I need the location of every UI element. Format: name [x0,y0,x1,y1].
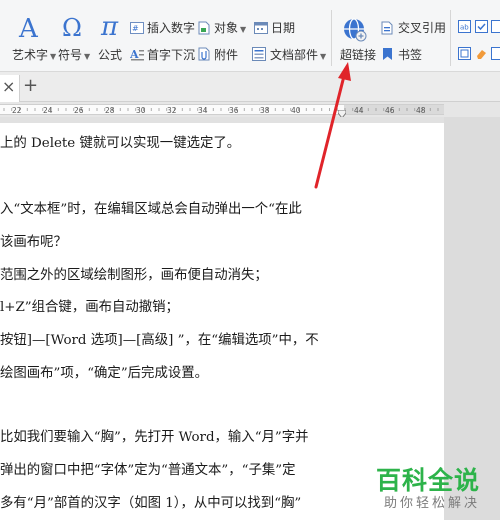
close-tab-icon[interactable]: × [2,78,15,96]
object-label: 对象 [214,21,239,35]
ribbon-toolbar: A 艺术字 ▼ Ω 符号 ▼ π 公式 # 插入数字 对象 ▼ 日期 A 首字下沉 [0,0,500,72]
attachment-icon [198,47,210,61]
document-parts-icon [252,47,266,61]
cross-reference-icon [381,21,393,35]
chevron-down-icon: ▼ [50,52,57,61]
art-text-icon[interactable]: A [19,14,38,44]
bookmark-button[interactable]: 书签 [398,48,422,62]
object-icon [198,21,210,35]
object-button[interactable]: 对象 ▼ [214,21,246,37]
attachment-label: 附件 [214,48,239,62]
calendar-icon [254,22,268,34]
formula-label: 公式 [98,48,123,62]
hyperlink-label: 超链接 [340,48,377,62]
chevron-down-icon: ▼ [240,25,247,34]
chevron-down-icon: ▼ [84,52,91,61]
symbol-icon[interactable]: Ω [62,14,82,42]
doc-line: 弹出的窗口中把“字体”定为“普通文本”，“子集”定 [0,463,296,478]
ruler-tick-label: 38 [260,106,270,115]
hyperlink-globe-icon[interactable] [343,18,367,42]
ruler-tick-label: 46 [385,106,395,115]
cross-reference-button[interactable]: 交叉引用 [398,21,446,35]
doc-line: l+Z”组合键，画布自动撤销； [0,300,179,315]
gallery-icon[interactable] [491,47,500,60]
insert-number-button[interactable]: 插入数字 [147,21,195,35]
drop-cap-icon: A [130,48,144,61]
document-parts-button[interactable]: 文档部件 ▼ [270,48,326,64]
bookmark-icon [383,48,392,60]
doc-line: 入“文本框”时，在编辑区域总会自动弹出一个“在此 [0,202,302,217]
insert-number-label: 插入数字 [147,21,196,35]
symbol-button[interactable]: 符号 ▼ [58,48,90,64]
svg-text:#: # [132,24,139,33]
doc-line: 多有“月”部首的汉字（如图 1），从中可以找到“胸” [0,496,302,511]
ruler-tick-label: 34 [198,106,208,115]
ruler-scale: 22 24 26 28 30 32 34 36 38 40 44 46 48 [3,106,439,115]
doc-line: 绘图画布”项，“确定”后完成设置。 [0,366,209,381]
symbol-label: 符号 [58,48,83,62]
date-button[interactable]: 日期 [271,21,295,35]
art-text-button[interactable]: 艺术字 ▼ [12,48,56,64]
ribbon-divider [450,10,451,66]
art-text-label: 艺术字 [12,48,49,62]
formula-button[interactable]: 公式 [98,48,122,62]
checkbox-control-icon[interactable] [475,20,488,33]
document-tab-strip: × + [0,72,500,102]
date-label: 日期 [271,21,296,35]
list-control-icon[interactable] [491,20,500,33]
ruler-tick-label: 32 [167,106,177,115]
ruler-tick-label: 22 [12,106,22,115]
new-tab-icon[interactable]: + [23,77,38,95]
frame-icon[interactable] [458,47,471,60]
watermark-subtitle: 助你轻松解决 [384,496,481,511]
drop-cap-label: 首字下沉 [147,48,196,62]
cross-reference-label: 交叉引用 [398,21,447,35]
doc-line: 比如我们要输入“胸”，先打开 Word，输入“月”字并 [0,430,309,445]
ribbon-divider [331,10,332,66]
doc-line: 上的 Delete 键就可以实现一键选定了。 [0,136,241,151]
doc-line: 按钮]—[Word 选项]—[高级] ”，在“编辑选项”中，不 [0,333,319,348]
eraser-icon[interactable] [475,47,488,60]
ruler-tick-label: 30 [136,106,146,115]
svg-text:ab: ab [460,24,469,32]
insert-number-icon: # [130,22,144,34]
drop-cap-button[interactable]: 首字下沉 [147,48,195,62]
ruler-tick-label: 48 [416,106,426,115]
chevron-down-icon: ▼ [320,52,327,61]
attachment-button[interactable]: 附件 [214,48,238,62]
ruler-tick-label: 44 [354,106,364,115]
doc-line: 该画布呢？ [0,235,67,250]
ruler-tick-label: 36 [229,106,239,115]
ruler-tick-label: 24 [43,106,53,115]
text-field-icon[interactable]: ab [458,20,471,33]
document-parts-label: 文档部件 [270,48,319,62]
doc-line: 范围之外的区域绘制图形，画布便自动消失； [0,268,268,283]
ruler-tick-label: 26 [74,106,84,115]
bookmark-label: 书签 [398,48,423,62]
ruler-tick-label: 40 [291,106,301,115]
hyperlink-button[interactable]: 超链接 [340,48,376,62]
formula-icon[interactable]: π [101,12,118,42]
ruler-tick-label: 28 [105,106,115,115]
right-margin-area [444,117,500,520]
horizontal-ruler[interactable]: 22 24 26 28 30 32 34 36 38 40 44 46 48 [0,102,500,118]
